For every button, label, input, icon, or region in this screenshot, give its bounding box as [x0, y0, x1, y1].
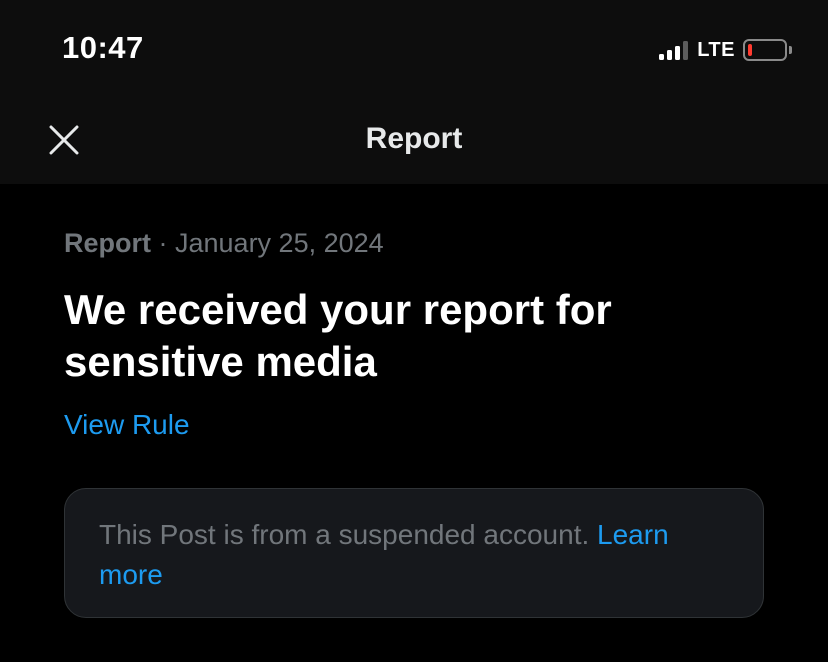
report-label: Report [64, 228, 151, 258]
battery-cap [789, 46, 792, 54]
meta-separator: · [151, 228, 175, 258]
report-meta: Report · January 25, 2024 [64, 228, 384, 259]
cellular-signal-icon [659, 40, 689, 60]
battery-level [748, 44, 752, 56]
battery-icon [743, 39, 787, 61]
report-headline: We received your report for sensitive me… [64, 286, 612, 385]
status-time: 10:47 [62, 30, 144, 65]
top-bar: 10:47 LTE Report [0, 0, 828, 184]
suspended-account-notice: This Post is from a suspended account. L… [64, 488, 764, 618]
notice-text: This Post is from a suspended account. [99, 519, 598, 550]
view-rule-link[interactable]: View Rule [64, 409, 190, 441]
status-indicators: LTE [659, 37, 792, 63]
notice-message: This Post is from a suspended account. L… [99, 515, 729, 595]
network-type-label: LTE [697, 38, 735, 61]
report-date: January 25, 2024 [175, 228, 384, 258]
page-title: Report [365, 122, 463, 155]
